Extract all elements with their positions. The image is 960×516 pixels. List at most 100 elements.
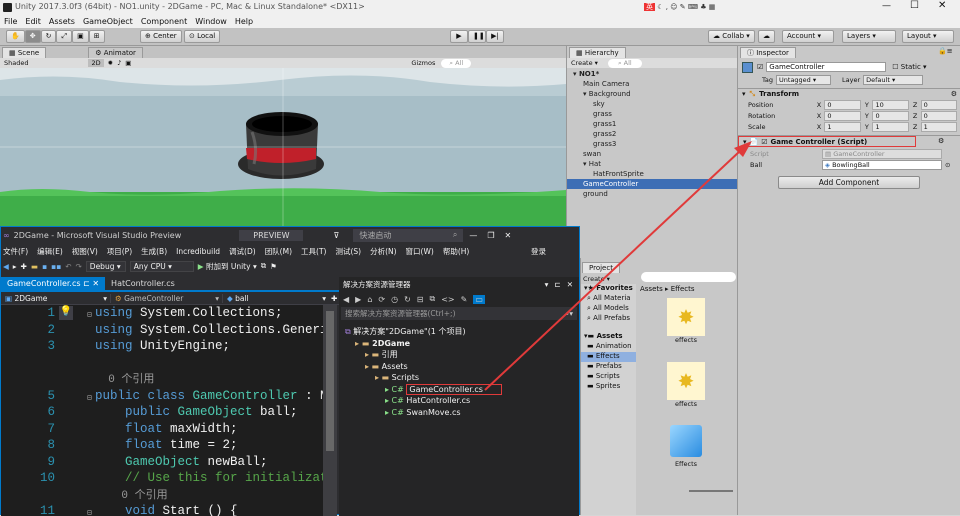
component-menu-icon[interactable]: ⚙ (951, 90, 957, 98)
tab-gamecontroller[interactable]: GameController.cs ⊏ ✕ (1, 277, 106, 290)
forward-icon[interactable]: ▶ (355, 295, 361, 304)
project-create-dropdown[interactable]: Create ▾ (583, 275, 610, 283)
save-all-icon[interactable]: ▪▪ (51, 262, 61, 271)
new-item-icon[interactable]: ✚ (21, 262, 27, 271)
platform-dropdown[interactable]: Any CPU ▾ (129, 260, 194, 272)
redo-icon[interactable]: ↷ (76, 262, 82, 271)
transform-x-field[interactable]: 0 (824, 99, 861, 110)
add-component-button[interactable]: Add Component (778, 176, 920, 189)
solution-tree-item[interactable]: ▸ ▬ 2DGame (339, 338, 579, 350)
menu-help[interactable]: Help (235, 17, 253, 26)
vs-menu-item[interactable]: 团队(M) (265, 246, 292, 257)
scale-tool-icon[interactable]: ⤢ (56, 30, 73, 43)
script-enabled-checkbox[interactable]: ☑ (761, 138, 767, 146)
vs-menu-item[interactable]: 窗口(W) (406, 246, 434, 257)
hand-tool-icon[interactable]: ✋ (6, 30, 25, 43)
vs-menu-item[interactable]: 分析(N) (370, 246, 396, 257)
hierarchy-item[interactable]: swan (567, 149, 738, 159)
back-icon[interactable]: ◀ (343, 295, 349, 304)
nav-class-dropdown[interactable]: ⚙ GameController ▾ (111, 293, 223, 303)
vs-menu-item[interactable]: 测试(S) (335, 246, 361, 257)
menu-window[interactable]: Window (195, 17, 227, 26)
solution-root-item[interactable]: ⧉ 解决方案"2DGame"(1 个项目) (339, 326, 579, 338)
hierarchy-create-dropdown[interactable]: Create ▾ (571, 59, 598, 67)
comma-icon[interactable]: , (666, 3, 668, 11)
split-view-icon[interactable]: ✚ (331, 294, 337, 303)
history-icon[interactable]: ◷ (391, 295, 398, 304)
editor-scrollbar[interactable] (323, 305, 337, 516)
pivot-local-button[interactable]: ⊙ Local (184, 30, 221, 43)
scrollbar-thumb[interactable] (326, 311, 334, 451)
close-icon[interactable]: ✕ (567, 280, 573, 289)
solution-tree-item[interactable]: ▸ ▬ Scripts (339, 372, 579, 384)
toolbar-extra-icon[interactable]: ⚑ (270, 262, 277, 271)
tab-animator[interactable]: ⚙ Animator (88, 47, 143, 58)
config-dropdown[interactable]: Debug ▾ (85, 260, 126, 272)
foldout-arrow-icon[interactable]: ▾ (743, 138, 747, 146)
shading-mode-dropdown[interactable]: Shaded (4, 59, 28, 67)
solution-tree-item[interactable]: ▸ ▬ Assets (339, 361, 579, 373)
transform-z-field[interactable]: 0 (920, 99, 958, 110)
transform-tool-icon[interactable]: ⊞ (88, 30, 105, 43)
pin-icon[interactable]: ⊏ (554, 280, 560, 289)
transform-z-field[interactable]: 0 (920, 110, 958, 121)
transform-z-field[interactable]: 1 (920, 121, 958, 132)
move-tool-icon[interactable]: ✥ (24, 30, 41, 43)
account-button[interactable]: Account ▾ (782, 30, 834, 43)
quick-launch[interactable]: 快速启动 ⌕ (353, 229, 464, 242)
scene-canvas[interactable] (0, 68, 566, 226)
preview-icon[interactable]: ▭ (473, 294, 485, 304)
emoji-icon[interactable]: ☺ (670, 3, 677, 11)
script-reference-field[interactable]: ▤ GameController (822, 149, 942, 159)
notification-filter-icon[interactable]: ⊽ (333, 231, 339, 240)
hierarchy-item[interactable]: sky (567, 99, 738, 109)
vs-minimize-button[interactable]: — (469, 231, 477, 240)
tab-close-icon[interactable]: ✕ (92, 279, 99, 288)
gizmos-dropdown[interactable]: Gizmos (411, 59, 435, 67)
vs-menu-item[interactable]: 生成(B) (141, 246, 167, 257)
properties-icon[interactable]: ✎ (461, 295, 468, 304)
tab-hatcontroller[interactable]: HatController.cs (105, 279, 181, 288)
hierarchy-item[interactable]: ▾ Hat (567, 159, 738, 169)
toolbar-extra-icon[interactable]: ⧉ (261, 261, 266, 271)
hierarchy-item[interactable]: grass2 (567, 129, 738, 139)
collapse-all-icon[interactable]: ⊟ (417, 295, 424, 304)
assets-header[interactable]: ▾▬ Assets (581, 332, 636, 342)
vs-restore-button[interactable]: ❐ (487, 231, 494, 240)
fav-item[interactable]: ⌕ All Models (581, 304, 636, 314)
open-folder-icon[interactable]: ▬ (31, 262, 38, 271)
asset-tile[interactable]: ✸ effects (664, 362, 708, 416)
asset-folder-item[interactable]: ▬ Sprites (581, 382, 636, 392)
hierarchy-item[interactable]: ▾ Background (567, 89, 738, 99)
menu-assets[interactable]: Assets (49, 17, 75, 26)
maximize-button[interactable]: ☐ (910, 0, 919, 11)
hierarchy-item[interactable]: HatFrontSprite (567, 169, 738, 179)
hierarchy-search[interactable]: ⌕ All (607, 58, 642, 68)
save-icon[interactable]: ▪ (42, 262, 47, 271)
play-button[interactable]: ▶ (450, 30, 468, 43)
tab-inspector[interactable]: ⓘ Inspector (740, 47, 796, 58)
solution-tree-item[interactable]: ▸ C# GameController.cs (339, 383, 579, 396)
hierarchy-item[interactable]: ground (567, 189, 738, 199)
rect-tool-icon[interactable]: ▣ (72, 30, 89, 43)
ime-icon[interactable]: 英 (644, 3, 655, 11)
menu-file[interactable]: File (4, 17, 17, 26)
sync-icon[interactable]: ⟳ (378, 295, 385, 304)
hierarchy-item[interactable]: grass1 (567, 119, 738, 129)
transform-y-field[interactable]: 10 (872, 99, 909, 110)
attach-unity-button[interactable]: ▶ 附加到 Unity ▾ (198, 261, 257, 272)
nav-member-dropdown[interactable]: ◆ ball ▾ (223, 294, 329, 303)
code-icon[interactable]: <> (441, 295, 454, 304)
project-breadcrumb[interactable]: Assets ▸ Effects (640, 285, 695, 293)
menu-component[interactable]: Component (141, 17, 187, 26)
back-icon[interactable]: ◀ (3, 262, 9, 271)
rotate-tool-icon[interactable]: ↻ (40, 30, 57, 43)
foldout-arrow-icon[interactable]: ▾ (742, 90, 746, 98)
component-menu-icon[interactable]: ⚙ (938, 137, 944, 145)
asset-tile[interactable]: Effects (664, 422, 708, 476)
asset-tile[interactable]: ✸ effects (664, 298, 708, 352)
vs-menu-item[interactable]: 项目(P) (107, 246, 132, 257)
scene-search[interactable]: ⌕ All (441, 58, 472, 68)
asset-size-slider[interactable] (689, 490, 733, 492)
collapse-icon[interactable]: ⊟ (87, 308, 92, 325)
